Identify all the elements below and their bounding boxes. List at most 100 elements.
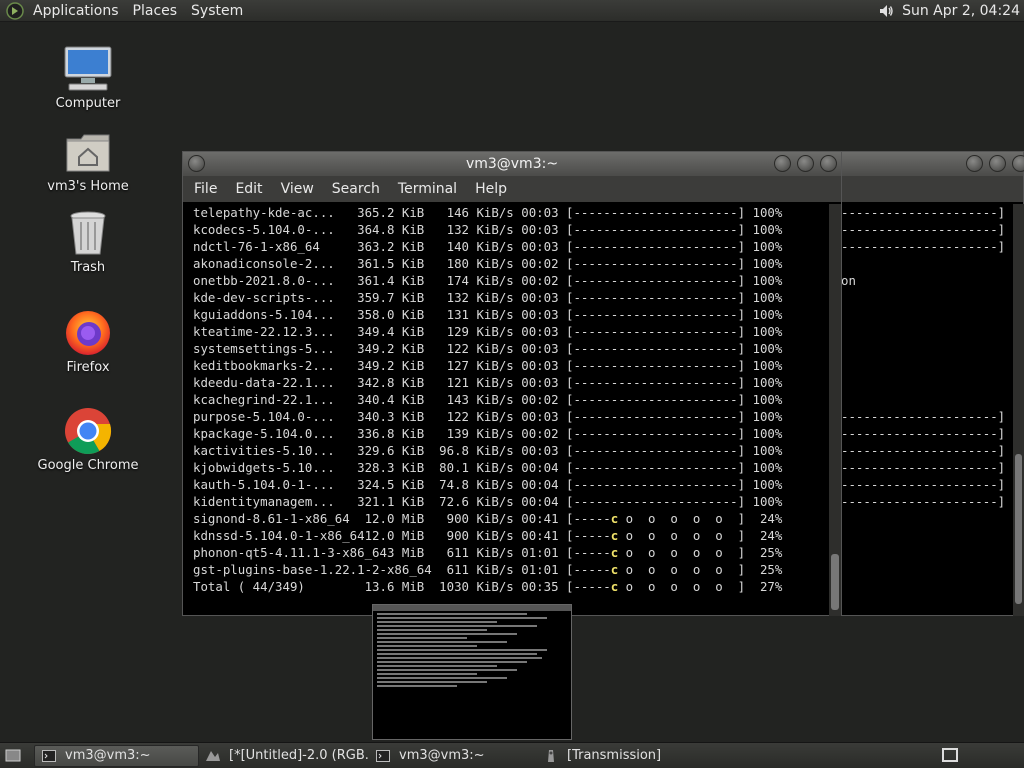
workspace-switcher-icon[interactable] (942, 748, 958, 762)
terminal-icon (41, 749, 57, 763)
terminal-line: Total ( 44/349) 13.6 MiB 1030 KiB/s 00:3… (193, 579, 783, 594)
computer-icon (63, 44, 113, 94)
menu-search[interactable]: Search (323, 181, 389, 197)
task-label: [Transmission] (567, 748, 662, 763)
terminal-line: kde-dev-scripts-... 359.7 KiB 132 KiB/s … (193, 290, 783, 305)
desktop-icon-label: Google Chrome (37, 458, 139, 473)
chrome-icon (63, 406, 113, 456)
desktop-icon-label: vm3's Home (47, 179, 129, 194)
menu-file[interactable]: File (185, 181, 226, 197)
desktop-icon-home[interactable]: vm3's Home (33, 127, 143, 194)
terminal-line: kcachegrind-22.1... 340.4 KiB 143 KiB/s … (193, 392, 783, 407)
desktop-icon-chrome[interactable]: Google Chrome (33, 406, 143, 473)
firefox-icon (63, 308, 113, 358)
window-title: vm3@vm3:~ (465, 156, 559, 172)
background-window-titlebar[interactable] (823, 152, 1024, 176)
terminal-line: gst-plugins-base-1.22.1-2-x86_64 611 KiB… (193, 562, 783, 577)
transmission-icon (543, 749, 559, 763)
terminal-line: kcodecs-5.104.0-... 364.8 KiB 132 KiB/s … (193, 222, 783, 237)
task-terminal-1[interactable]: vm3@vm3:~ (34, 744, 199, 767)
desktop-icon-label: Trash (70, 260, 106, 275)
close-icon[interactable] (1012, 155, 1024, 172)
terminal-line: onetbb-2021.8.0-... 361.4 KiB 174 KiB/s … (193, 273, 783, 288)
terminal-line: kidentitymanagem... 321.1 KiB 72.6 KiB/s… (193, 494, 783, 509)
top-panel: Applications Places System Sun Apr 2, 04… (0, 0, 1024, 22)
window-menu-icon[interactable] (188, 155, 205, 172)
gimp-icon (205, 749, 221, 763)
trash-icon (63, 208, 113, 258)
terminal-line: ---------------------] 100% (841, 239, 1021, 254)
bottom-panel: vm3@vm3:~ [*[Untitled]-2.0 (RGB... vm3@v… (0, 742, 1024, 768)
terminal-line: on (841, 273, 856, 288)
terminal-line: kpackage-5.104.0... 336.8 KiB 139 KiB/s … (193, 426, 783, 441)
clock[interactable]: Sun Apr 2, 04:24 (902, 3, 1024, 19)
terminal-line: kjobwidgets-5.10... 328.3 KiB 80.1 KiB/s… (193, 460, 783, 475)
terminal-line: ---------------------] 100% (841, 460, 1021, 475)
places-menu[interactable]: Places (126, 0, 185, 22)
menu-view[interactable]: View (272, 181, 323, 197)
maximize-icon[interactable] (797, 155, 814, 172)
background-menubar (823, 176, 1023, 202)
desktop-icon-computer[interactable]: Computer (33, 44, 143, 111)
background-terminal-window[interactable]: ---------------------] 100% -------------… (822, 151, 1024, 616)
desktop-icon-trash[interactable]: Trash (33, 208, 143, 275)
task-gimp[interactable]: [*[Untitled]-2.0 (RGB... (199, 745, 369, 767)
terminal-line: ---------------------] 100% (841, 409, 1021, 424)
terminal-titlebar[interactable]: vm3@vm3:~ (183, 152, 841, 176)
terminal-line: kdeedu-data-22.1... 342.8 KiB 121 KiB/s … (193, 375, 783, 390)
desktop-icon-label: Computer (55, 96, 121, 111)
terminal-line: ---------------------] 100% (841, 477, 1021, 492)
terminal-line: kauth-5.104.0-1-... 324.5 KiB 74.8 KiB/s… (193, 477, 783, 492)
close-icon[interactable] (820, 155, 837, 172)
terminal-line: phonon-qt5-4.11.1-3-x86_643 MiB 611 KiB/… (193, 545, 783, 560)
task-label: [*[Untitled]-2.0 (RGB... (229, 748, 369, 763)
terminal-line: signond-8.61-1-x86_64 12.0 MiB 900 KiB/s… (193, 511, 783, 526)
terminal-output[interactable]: telepathy-kde-ac... 365.2 KiB 146 KiB/s … (193, 204, 829, 612)
applications-menu[interactable]: Applications (26, 0, 126, 22)
terminal-line: telepathy-kde-ac... 365.2 KiB 146 KiB/s … (193, 205, 783, 220)
minimize-icon[interactable] (774, 155, 791, 172)
task-terminal-2[interactable]: vm3@vm3:~ (369, 745, 537, 767)
terminal-line: ---------------------] 100% (841, 494, 1021, 509)
terminal-icon (375, 749, 391, 763)
terminal-line: keditbookmarks-2... 349.2 KiB 127 KiB/s … (193, 358, 783, 373)
terminal-line: ---------------------] 100% (841, 443, 1021, 458)
window-preview-thumbnail[interactable] (372, 604, 572, 740)
terminal-line: kguiaddons-5.104... 358.0 KiB 131 KiB/s … (193, 307, 783, 322)
terminal-line: ndctl-76-1-x86_64 363.2 KiB 140 KiB/s 00… (193, 239, 783, 254)
background-terminal-output: ---------------------] 100% -------------… (841, 204, 1021, 604)
terminal-line: purpose-5.104.0-... 340.3 KiB 122 KiB/s … (193, 409, 783, 424)
task-label: vm3@vm3:~ (399, 748, 485, 763)
menu-help[interactable]: Help (466, 181, 516, 197)
system-menu[interactable]: System (184, 0, 250, 22)
minimize-icon[interactable] (966, 155, 983, 172)
terminal-line: kdnssd-5.104.0-1-x86_6412.0 MiB 900 KiB/… (193, 528, 783, 543)
terminal-line: kactivities-5.10... 329.6 KiB 96.8 KiB/s… (193, 443, 783, 458)
terminal-line: akonadiconsole-2... 361.5 KiB 180 KiB/s … (193, 256, 783, 271)
distro-logo-icon[interactable] (4, 0, 26, 22)
volume-icon[interactable] (874, 0, 898, 22)
menu-edit[interactable]: Edit (226, 181, 271, 197)
terminal-line: ---------------------] 100% (841, 222, 1021, 237)
task-label: vm3@vm3:~ (65, 748, 151, 763)
show-desktop-icon[interactable] (2, 745, 24, 767)
terminal-menubar: File Edit View Search Terminal Help (183, 176, 841, 202)
terminal-line: ---------------------] 100% (841, 426, 1021, 441)
maximize-icon[interactable] (989, 155, 1006, 172)
terminal-line: kteatime-22.12.3... 349.4 KiB 129 KiB/s … (193, 324, 783, 339)
terminal-line: ---------------------] 100% (841, 205, 1021, 220)
menu-terminal[interactable]: Terminal (389, 181, 466, 197)
desktop-icon-firefox[interactable]: Firefox (33, 308, 143, 375)
background-scrollbar[interactable] (1013, 204, 1024, 616)
terminal-scrollbar[interactable] (829, 204, 841, 616)
terminal-window[interactable]: vm3@vm3:~ File Edit View Search Terminal… (182, 151, 842, 616)
task-transmission[interactable]: [Transmission] (537, 745, 717, 767)
